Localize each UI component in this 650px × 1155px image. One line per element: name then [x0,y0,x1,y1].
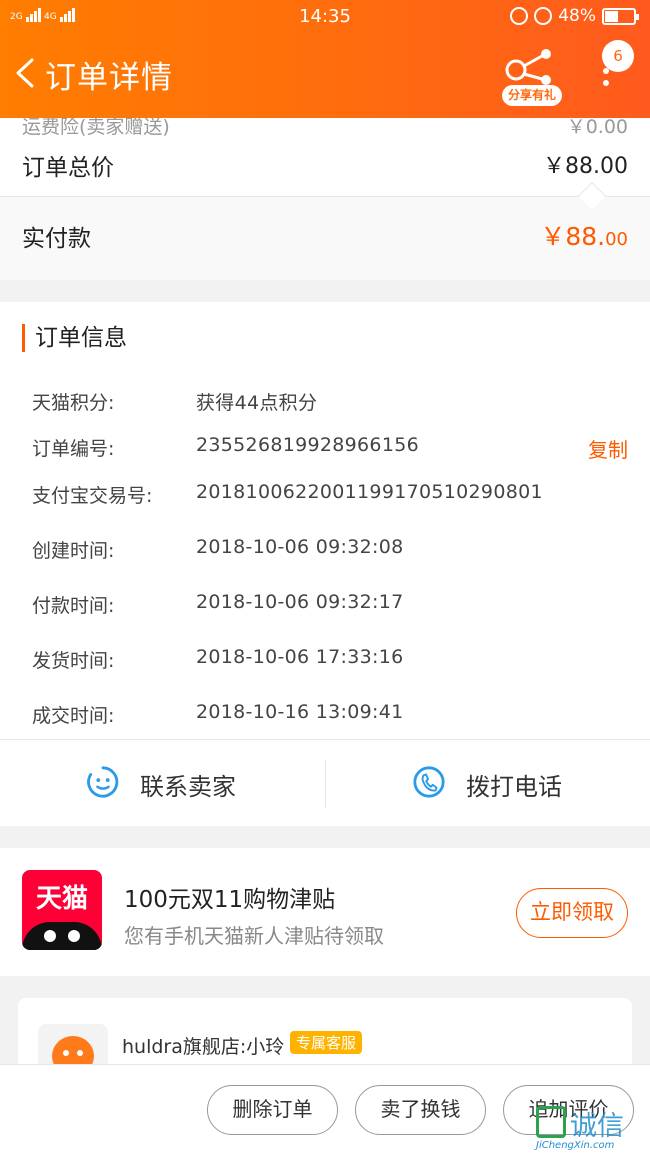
phone-icon [413,766,445,798]
resell-button[interactable]: 卖了换钱 [355,1085,486,1135]
paid-amount: ￥88.00 [540,222,628,251]
info-value: 获得44点积分 [196,392,318,414]
info-value: 2018100622001199170510290801 [196,481,543,503]
price-summary: 运费险(卖家赠送) ￥0.00 订单总价 ￥88.00 实付款 ￥88.00 [0,118,650,280]
paid-label: 实付款 [22,226,91,252]
contact-bar: 联系卖家 拨打电话 [0,740,650,826]
share-reward-label[interactable]: 分享有礼 [502,85,562,106]
info-key: 付款时间: [32,595,115,617]
back-arrow-icon[interactable] [14,58,36,88]
shop-agent-name: huldra旗舰店:小玲 [122,1036,285,1058]
claim-button[interactable]: 立即领取 [516,888,628,938]
promo-subtitle: 您有手机天猫新人津贴待领取 [124,924,384,948]
info-key: 支付宝交易号: [32,485,153,507]
page-title: 订单详情 [45,60,173,96]
order-total-row: 订单总价 ￥88.00 [22,148,628,182]
info-key: 订单编号: [32,438,115,460]
watermark-text: 诚信 [570,1111,624,1142]
tmall-logo: 天猫 [22,870,102,950]
call-phone-label: 拨打电话 [466,773,562,801]
order-info-section: 订单信息 天猫积分: 获得44点积分 订单编号: 235526819928966… [0,302,650,826]
watermark-url: JiChengXin.com [536,1140,615,1151]
contact-seller-button[interactable]: 联系卖家 [0,740,325,826]
info-value: 2018-10-06 09:32:08 [196,536,404,558]
info-key: 成交时间: [32,705,115,727]
delete-order-button[interactable]: 删除订单 [207,1085,338,1135]
info-key: 天猫积分: [32,392,115,414]
battery-icon [602,7,639,25]
info-value: 2018-10-06 09:32:17 [196,591,404,613]
order-total-amount: ￥88.00 [543,154,628,179]
call-phone-button[interactable]: 拨打电话 [326,740,650,826]
app-header: 2G 4G 14:35 48% 订单详情 分享有礼 6 [0,0,650,118]
freight-insurance-row: 运费险(卖家赠送) ￥0.00 [22,118,628,136]
info-value: 235526819928966156 [196,434,419,456]
alarm-icon [534,7,553,25]
contact-seller-label: 联系卖家 [140,773,236,801]
freight-label: 运费险(卖家赠送) [22,118,170,136]
freight-amount: ￥0.00 [566,118,628,136]
exclusive-service-tag: 专属客服 [290,1031,363,1054]
battery-percent: 48% [558,6,596,26]
info-value: 2018-10-06 17:33:16 [196,646,404,668]
order-total-label: 订单总价 [22,155,114,181]
copy-button[interactable]: 复制 [588,434,628,463]
chat-face-icon [87,766,119,798]
info-key: 发货时间: [32,650,115,672]
section-title: 订单信息 [22,324,127,352]
info-value: 2018-10-16 13:09:41 [196,701,404,723]
watermark-logo-icon [536,1106,566,1138]
status-bar: 2G 4G 14:35 48% [0,0,650,34]
paid-row: 实付款 ￥88.00 [0,197,650,280]
info-key: 创建时间: [32,540,115,562]
watermark: 诚信 JiChengXin.com [532,1104,650,1155]
tmall-logo-text: 天猫 [35,884,88,914]
more-options-icon[interactable] [600,68,612,94]
promo-title: 100元双11购物津贴 [124,887,336,913]
rotation-lock-icon [510,7,529,25]
tmall-promo-banner[interactable]: 天猫 100元双11购物津贴 您有手机天猫新人津贴待领取 立即领取 [0,848,650,976]
